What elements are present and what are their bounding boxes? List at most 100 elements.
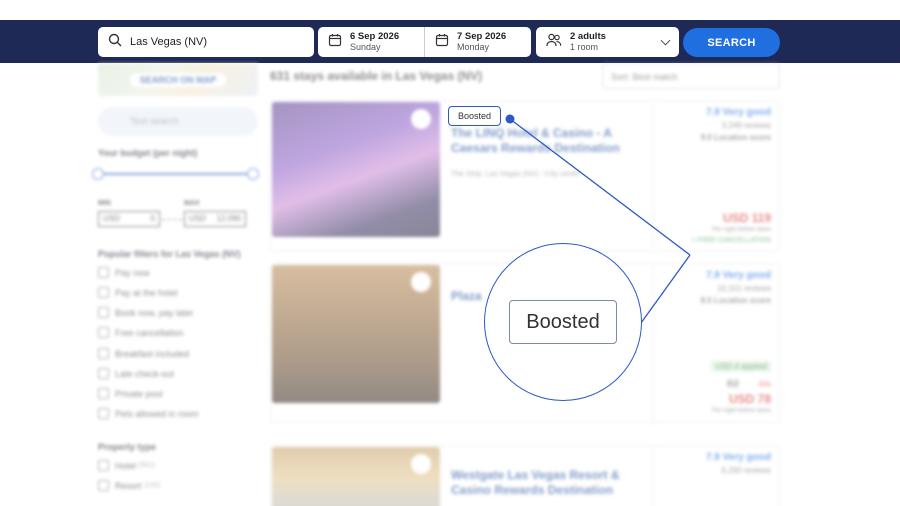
property-type-label: Hotel (115, 460, 137, 471)
min-budget-value: 0 (150, 214, 155, 223)
rooms-value: 1 room (570, 42, 599, 52)
discount-percent: -5% (756, 380, 771, 389)
checkin-day: Sunday (350, 42, 381, 52)
price-note: Per night before taxes (712, 408, 771, 414)
calendar-icon (328, 33, 342, 52)
checkbox[interactable] (98, 388, 109, 399)
budget-title: Your budget (per night) (98, 148, 198, 158)
card-divider (653, 264, 654, 422)
free-cancellation-label: + FREE CANCELLATION (691, 237, 771, 244)
property-type-title: Property type (98, 442, 157, 452)
property-type-label: Resort (115, 480, 142, 491)
review-count: 10,101 reviews (717, 284, 771, 293)
popular-filters-title: Popular filters for Las Vegas (NV) (98, 249, 241, 259)
min-label: MIN (98, 200, 111, 207)
discount-badge: USD 4 applied (711, 361, 771, 372)
filter-label: Late check-out (115, 368, 175, 379)
calendar-icon (435, 33, 449, 52)
checkin-field[interactable]: 6 Sep 2026 Sunday (318, 27, 424, 57)
price: USD 119 (722, 211, 771, 225)
property-type-item[interactable]: Hotel (561) (98, 460, 155, 471)
guests-value: 2 adults (570, 31, 606, 42)
max-budget-value: 12,090 (216, 214, 241, 223)
results-heading: 631 stays available in Las Vegas (NV) (270, 69, 483, 83)
filter-label: Private pool (115, 388, 163, 399)
checkbox[interactable] (98, 327, 109, 338)
location-score: 9.0 Location score (700, 133, 771, 142)
location-score: 8.5 Location score (700, 296, 771, 305)
checkbox[interactable] (98, 368, 109, 379)
map-thumbnail[interactable]: SEARCH ON MAP (98, 63, 258, 96)
checkbox[interactable] (98, 287, 109, 298)
chevron-down-icon[interactable] (660, 35, 671, 45)
filter-item[interactable]: Private pool (98, 388, 163, 399)
card-divider (653, 446, 654, 506)
filter-item[interactable]: Free cancellation (98, 327, 184, 338)
guests-field[interactable]: 2 adults 1 room (536, 27, 679, 57)
checkbox[interactable] (98, 480, 109, 491)
filter-label: Free cancellation (115, 327, 184, 338)
boosted-tag-zoomed: Boosted (509, 300, 617, 344)
filter-label: Breakfast included (115, 348, 190, 359)
checkbox[interactable] (98, 307, 109, 318)
filter-item[interactable]: Book now, pay later (98, 307, 194, 318)
slider-max-handle[interactable] (247, 168, 259, 180)
sort-dropdown[interactable]: Sort: Best match (602, 63, 780, 89)
price-note: Per night before taxes (712, 227, 771, 233)
card-divider (653, 101, 654, 251)
filter-item[interactable]: Pay at the hotel (98, 287, 178, 298)
max-budget-field[interactable]: USD 12,090 (184, 211, 246, 227)
search-bar: Las Vegas (NV) 6 Sep 2026 Sunday 7 Sep 2… (0, 20, 900, 63)
rating-label: 7.9 Very good (705, 270, 771, 281)
hotel-title[interactable]: The LINQ Hotel & Casino - A Caesars Rewa… (451, 126, 631, 156)
hotel-title[interactable]: Westgate Las Vegas Resort & Casino Rewar… (451, 468, 631, 498)
filter-item[interactable]: Late check-out (98, 368, 174, 379)
top-spacer (0, 0, 900, 20)
checkbox[interactable] (98, 460, 109, 471)
heart-icon[interactable] (411, 272, 431, 292)
checkout-day: Monday (457, 42, 490, 52)
price: USD 78 (728, 392, 771, 406)
max-label: MAX (184, 200, 200, 207)
filter-label: Pets allowed in room (115, 408, 199, 419)
filter-label: Book now, pay later (115, 307, 194, 318)
currency-label: USD (103, 214, 120, 223)
heart-icon[interactable] (411, 454, 431, 474)
destination-field[interactable]: Las Vegas (NV) (98, 27, 314, 57)
results-page: SEARCH ON MAP Text search Your budget (p… (0, 63, 900, 506)
review-count: 3,248 reviews (721, 121, 771, 130)
boosted-tag: Boosted (448, 106, 501, 126)
search-button[interactable]: SEARCH (683, 28, 780, 57)
checkout-field[interactable]: 7 Sep 2026 Monday (424, 27, 530, 57)
property-type-count: (561) (138, 462, 155, 469)
text-search-input[interactable]: Text search (98, 107, 258, 136)
destination-value: Las Vegas (NV) (130, 36, 208, 48)
property-type-count: (132) (144, 482, 161, 489)
rating-label: 7.9 Very good (705, 452, 771, 463)
min-budget-field[interactable]: USD 0 (98, 211, 160, 227)
checkbox[interactable] (98, 267, 109, 278)
checkbox[interactable] (98, 408, 109, 419)
budget-slider[interactable] (92, 168, 259, 180)
hotel-card[interactable]: Westgate Las Vegas Resort & Casino Rewar… (270, 445, 780, 506)
hotel-card[interactable]: The LINQ Hotel & Casino - A Caesars Rewa… (270, 100, 780, 252)
zoom-circle: Boosted (484, 243, 642, 401)
guests-icon (546, 33, 562, 52)
search-icon (108, 33, 122, 52)
search-on-map-button[interactable]: SEARCH ON MAP (129, 72, 227, 87)
filter-label: Pay at the hotel (115, 287, 178, 298)
slider-min-handle[interactable] (92, 168, 104, 180)
filter-item[interactable]: Breakfast included (98, 348, 189, 359)
review-count: 6,290 reviews (721, 466, 771, 475)
checkin-date: 6 Sep 2026 (350, 31, 400, 42)
filter-item[interactable]: Pets allowed in room (98, 408, 199, 419)
range-divider (162, 219, 182, 220)
old-price: 82 (726, 378, 739, 390)
filter-item[interactable]: Pay now (98, 267, 150, 278)
dates-field: 6 Sep 2026 Sunday 7 Sep 2026 Monday (318, 27, 531, 57)
checkbox[interactable] (98, 348, 109, 359)
currency-label: USD (189, 214, 206, 223)
property-type-item[interactable]: Resort (132) (98, 480, 160, 491)
rating-label: 7.9 Very good (705, 107, 771, 118)
heart-icon[interactable] (411, 109, 431, 129)
